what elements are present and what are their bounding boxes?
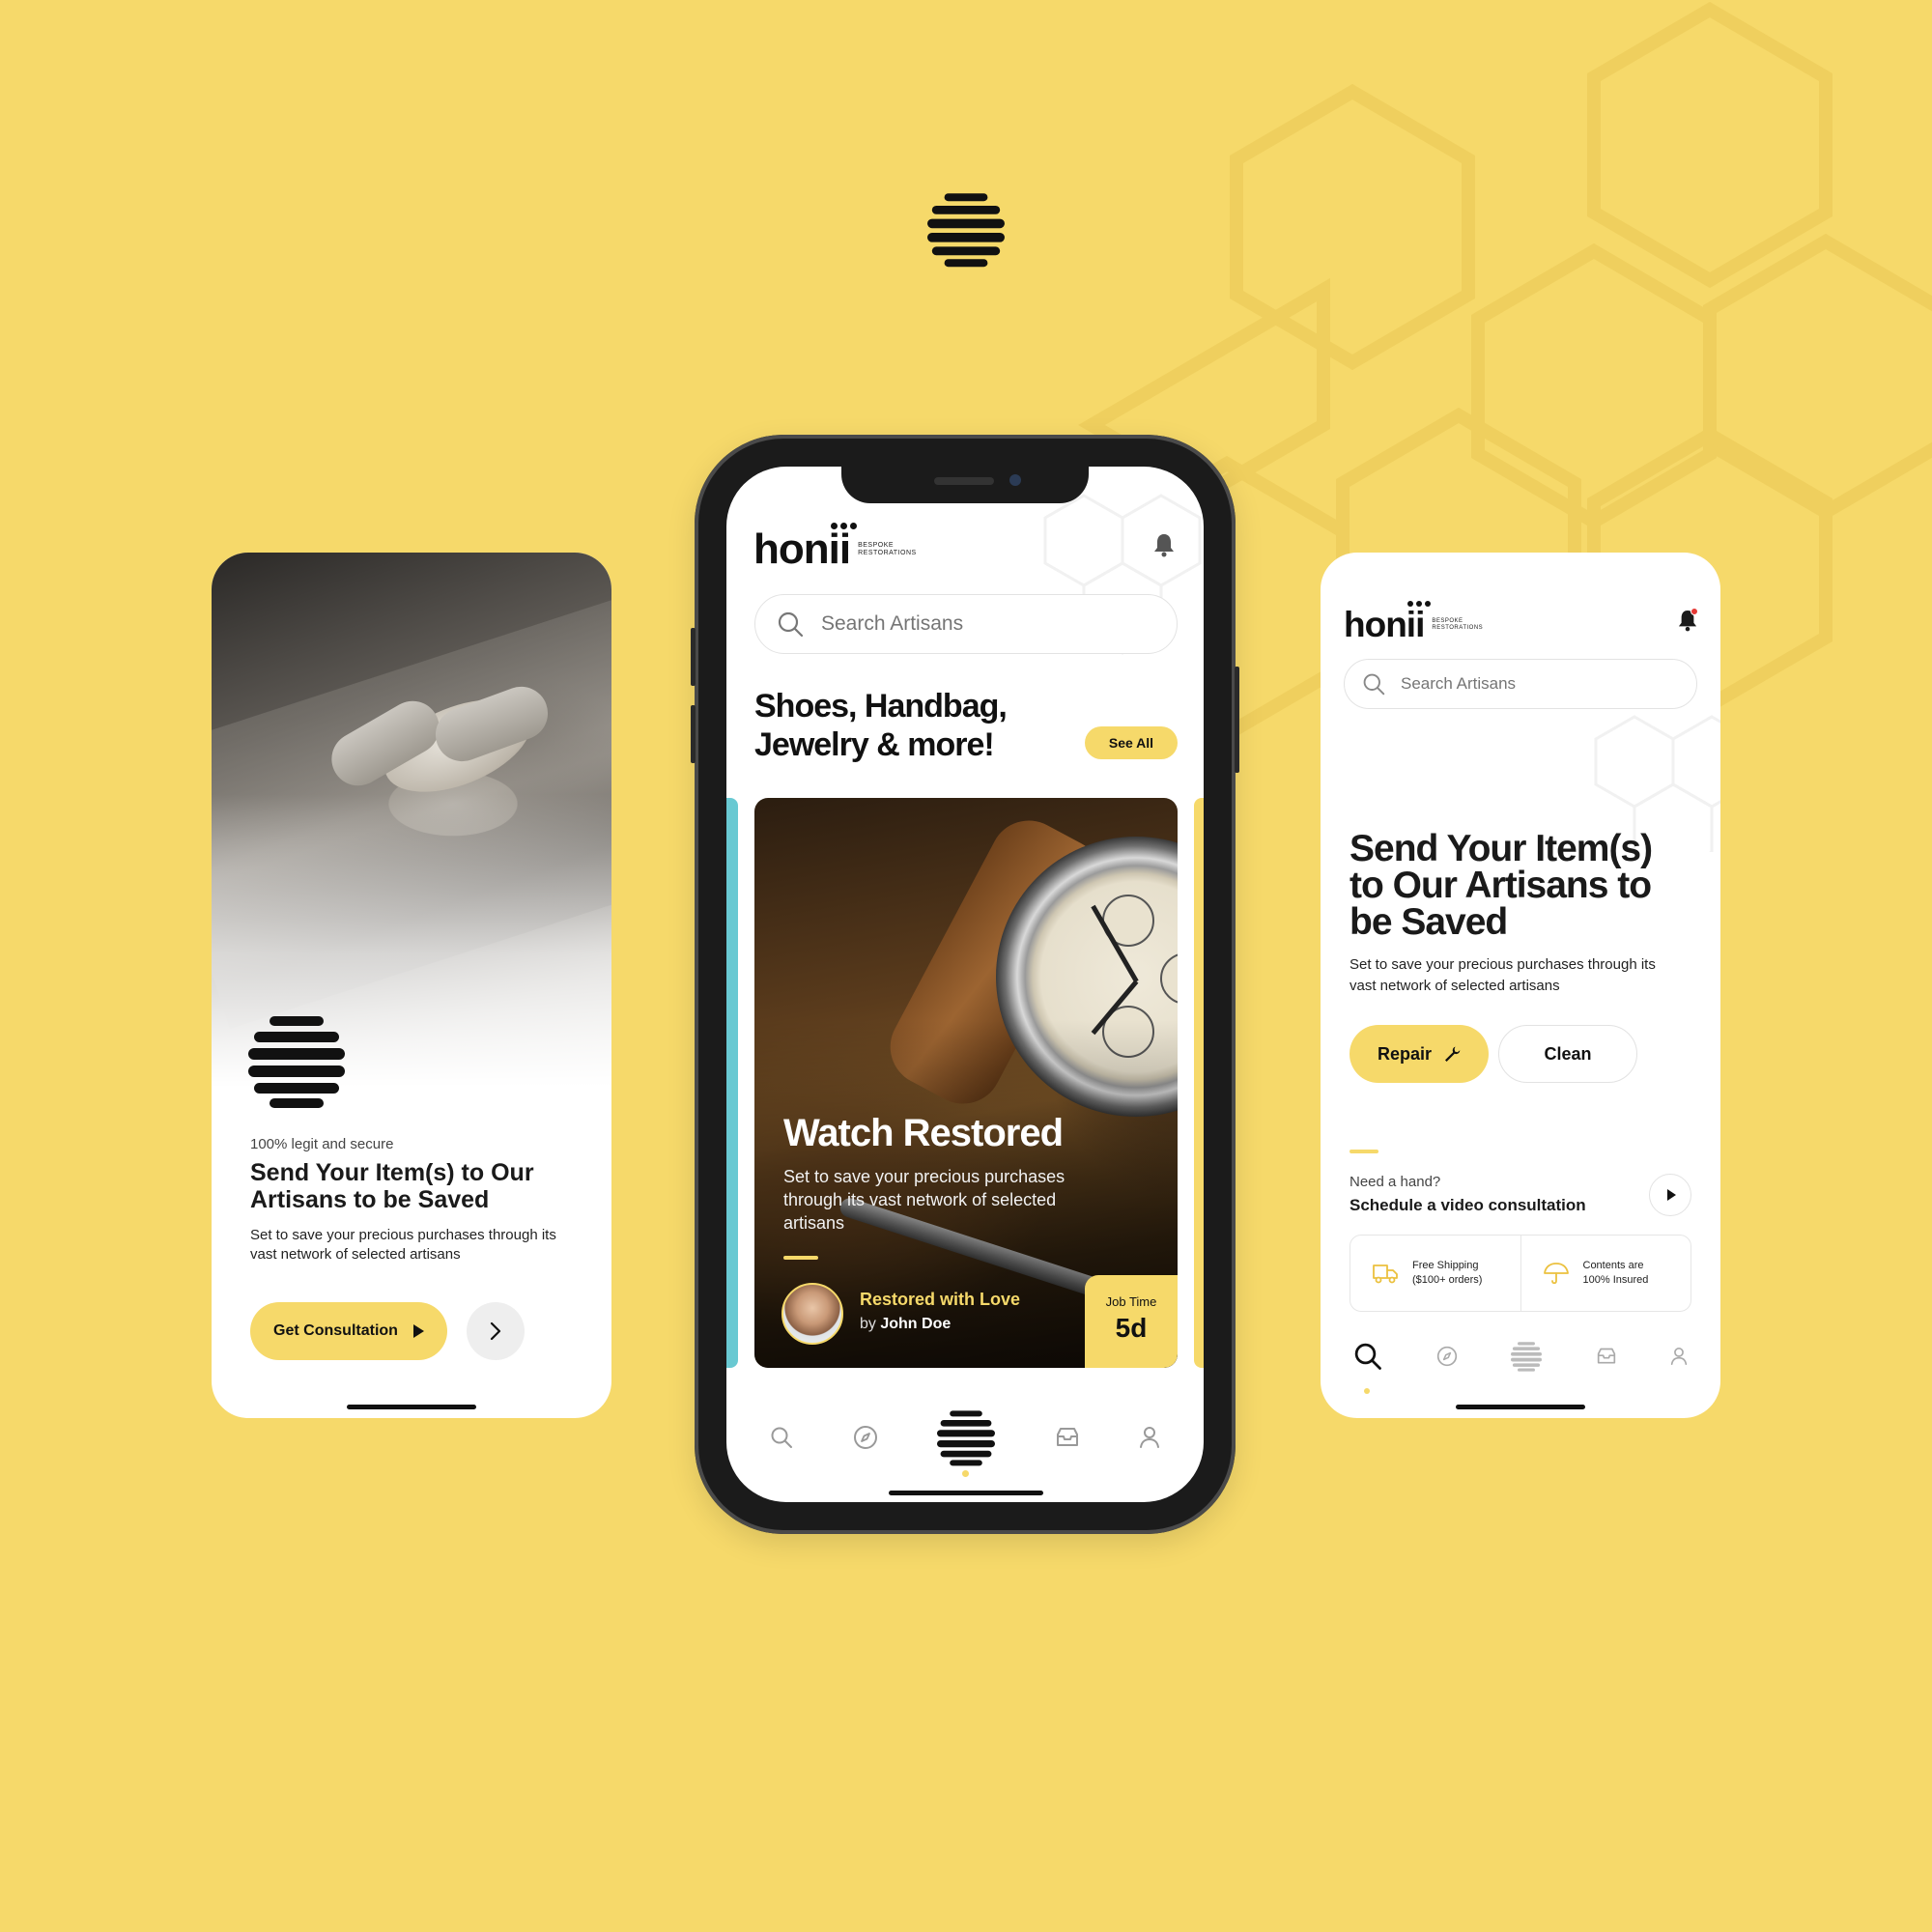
feature-card[interactable]: Watch Restored Set to save your precious… bbox=[754, 798, 1178, 1368]
brand-name: honii bbox=[1344, 605, 1425, 644]
home-indicator bbox=[347, 1405, 476, 1409]
help-question: Need a hand? bbox=[1350, 1174, 1441, 1190]
perk-free-shipping: Free Shipping ($100+ orders) bbox=[1350, 1236, 1520, 1311]
artisan-name[interactable]: John Doe bbox=[880, 1316, 951, 1332]
perk-line-2: 100% Insured bbox=[1582, 1274, 1649, 1286]
brand-logo: honii BESPOKE RESTORATIONS bbox=[1344, 601, 1484, 644]
repair-button[interactable]: Repair bbox=[1350, 1025, 1489, 1083]
brand-tagline-2: RESTORATIONS bbox=[1432, 624, 1484, 631]
truck-icon bbox=[1373, 1264, 1398, 1284]
phone-frame: honii BESPOKE RESTORATIONS Shoes, Handba… bbox=[691, 435, 1239, 1534]
brand-tagline-2: RESTORATIONS bbox=[858, 550, 917, 556]
search-bar[interactable] bbox=[1344, 659, 1697, 709]
active-tab-indicator bbox=[962, 1470, 969, 1477]
perk-line-1: Free Shipping bbox=[1412, 1260, 1479, 1271]
brand-logo-icon bbox=[248, 1012, 345, 1109]
get-consultation-label: Get Consultation bbox=[273, 1322, 398, 1339]
search-icon bbox=[778, 611, 804, 638]
feature-card-description: Set to save your precious purchases thro… bbox=[783, 1167, 1065, 1233]
artisan-credit: by John Doe bbox=[860, 1316, 952, 1332]
see-all-button[interactable]: See All bbox=[1085, 726, 1178, 759]
search-icon bbox=[771, 1427, 792, 1448]
home-screen: honii BESPOKE RESTORATIONS Shoes, Handba… bbox=[726, 467, 1204, 1502]
bottom-tab-bar bbox=[770, 1404, 1160, 1471]
home-indicator bbox=[1456, 1405, 1585, 1409]
tab-search[interactable] bbox=[1353, 1342, 1382, 1371]
job-time-label: Job Time bbox=[1105, 1294, 1157, 1309]
perk-insured: Contents are 100% Insured bbox=[1520, 1236, 1691, 1311]
job-time-badge: Job Time 5d bbox=[1085, 1275, 1178, 1368]
home-indicator bbox=[889, 1491, 1043, 1495]
search-bar[interactable] bbox=[754, 594, 1178, 654]
search-icon bbox=[1354, 1343, 1381, 1370]
avatar[interactable] bbox=[781, 1283, 843, 1345]
profile-icon bbox=[1670, 1348, 1688, 1365]
service-screen: honii BESPOKE RESTORATIONS Send Your Ite… bbox=[1321, 553, 1720, 1418]
feature-card-title: Watch Restored bbox=[783, 1112, 1064, 1154]
trust-eyebrow: 100% legit and secure bbox=[250, 1136, 394, 1152]
tab-search[interactable] bbox=[770, 1426, 793, 1449]
bottom-tab-bar bbox=[1353, 1335, 1688, 1378]
accent-dash bbox=[783, 1256, 818, 1260]
play-icon bbox=[1667, 1189, 1676, 1201]
repair-label: Repair bbox=[1377, 1043, 1433, 1064]
next-button[interactable] bbox=[467, 1302, 525, 1360]
home-logo-icon bbox=[937, 1410, 995, 1466]
schedule-consultation-link[interactable]: Schedule a video consultation bbox=[1350, 1196, 1586, 1215]
tab-profile[interactable] bbox=[1139, 1426, 1160, 1449]
compass-icon bbox=[853, 1426, 877, 1449]
perks-panel: Free Shipping ($100+ orders) Contents are… bbox=[1350, 1235, 1691, 1312]
get-consultation-button[interactable]: Get Consultation bbox=[250, 1302, 447, 1360]
search-icon bbox=[1363, 673, 1385, 696]
notch bbox=[841, 467, 1089, 503]
service-description: Set to save your precious purchases thro… bbox=[1350, 956, 1656, 994]
artisan-tagline: Restored with Love bbox=[860, 1290, 1021, 1309]
tab-explore[interactable] bbox=[1436, 1346, 1458, 1367]
brand-logo-icon bbox=[927, 190, 1005, 268]
previous-card-peek[interactable] bbox=[726, 798, 738, 1368]
next-card-peek[interactable] bbox=[1194, 798, 1204, 1368]
perk-line-2: ($100+ orders) bbox=[1412, 1274, 1483, 1286]
play-icon bbox=[412, 1324, 424, 1338]
profile-icon bbox=[1140, 1427, 1159, 1448]
bell-icon[interactable] bbox=[1153, 532, 1175, 557]
brand-logo: honii BESPOKE RESTORATIONS bbox=[753, 523, 917, 573]
service-title: Send Your Item(s) to Our Artisans to be … bbox=[1350, 828, 1653, 943]
notification-button[interactable] bbox=[1676, 607, 1701, 634]
search-input[interactable] bbox=[821, 612, 1177, 636]
onboarding-screen: 100% legit and secure Send Your Item(s) … bbox=[212, 553, 611, 1418]
tab-home[interactable] bbox=[1511, 1341, 1542, 1372]
tab-explore[interactable] bbox=[853, 1425, 878, 1450]
category-heading: Shoes, Handbag, Jewelry & more! bbox=[754, 688, 1008, 763]
brand-tagline-1: BESPOKE bbox=[1432, 617, 1463, 624]
tab-profile[interactable] bbox=[1670, 1347, 1688, 1366]
accent-dash bbox=[1350, 1150, 1378, 1153]
play-video-button[interactable] bbox=[1649, 1174, 1691, 1216]
job-time-value: 5d bbox=[1115, 1313, 1148, 1343]
home-logo-icon bbox=[1511, 1342, 1542, 1372]
clean-button[interactable]: Clean bbox=[1498, 1025, 1637, 1083]
umbrella-icon bbox=[1543, 1263, 1569, 1285]
inbox-icon bbox=[1056, 1428, 1078, 1446]
onboarding-description: Set to save your precious purchases thro… bbox=[250, 1227, 556, 1263]
active-tab-indicator bbox=[1364, 1388, 1370, 1394]
inbox-icon bbox=[1597, 1348, 1615, 1364]
brand-tagline-1: BESPOKE bbox=[858, 542, 895, 549]
chevron-right-icon bbox=[490, 1321, 501, 1341]
brand-name: honii bbox=[753, 526, 851, 573]
search-input[interactable] bbox=[1401, 674, 1696, 694]
compass-icon bbox=[1436, 1346, 1457, 1367]
tab-inbox[interactable] bbox=[1596, 1347, 1617, 1366]
perk-line-1: Contents are bbox=[1582, 1260, 1644, 1271]
wrench-icon bbox=[1445, 1046, 1461, 1062]
onboarding-title: Send Your Item(s) to Our Artisans to be … bbox=[250, 1159, 534, 1213]
tab-home[interactable] bbox=[937, 1408, 995, 1466]
tab-inbox[interactable] bbox=[1055, 1426, 1080, 1449]
notification-dot bbox=[1690, 608, 1698, 615]
